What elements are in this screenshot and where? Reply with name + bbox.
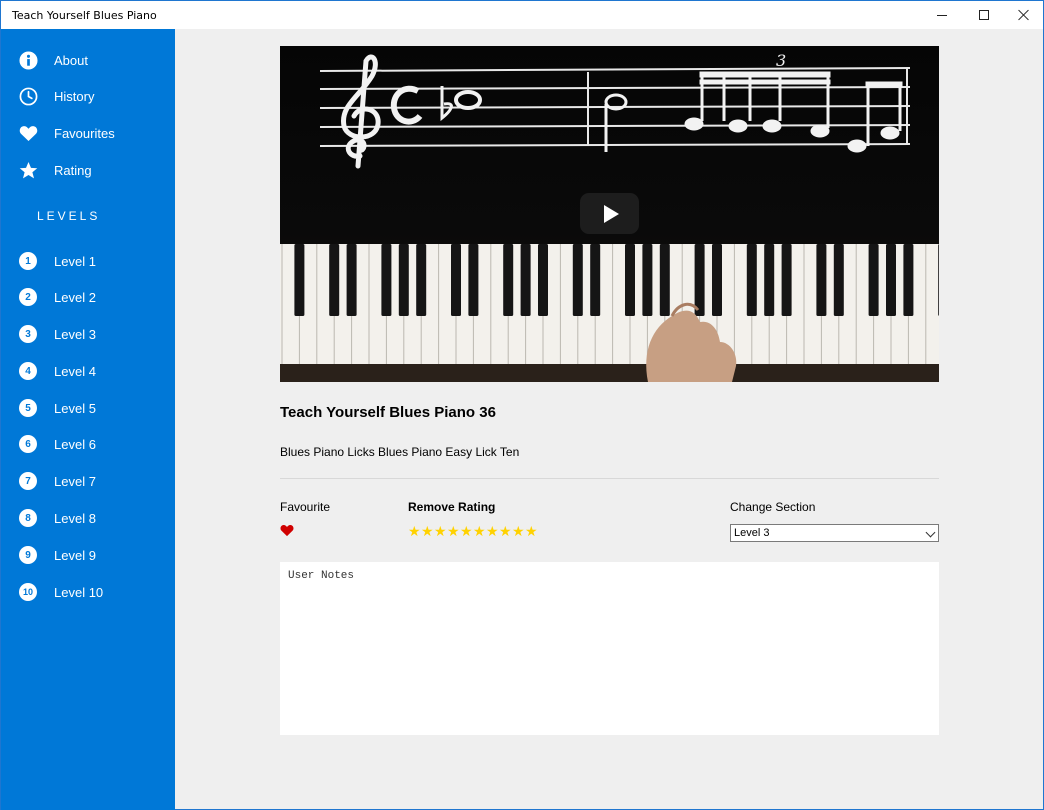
nav-label-level-3: Level 3 xyxy=(54,326,96,342)
nav-item-history[interactable]: History xyxy=(1,79,175,113)
rating-star[interactable]: ★ xyxy=(473,524,486,538)
close-icon xyxy=(1018,9,1030,21)
level-number: 10 xyxy=(19,583,37,601)
nav-label-history: History xyxy=(54,88,95,104)
number-1-icon: 1 xyxy=(18,251,38,271)
nav-label-level-6: Level 6 xyxy=(54,436,96,452)
heart-icon xyxy=(280,525,294,537)
app-window: Teach Yourself Blues Piano About History… xyxy=(0,0,1044,810)
rating-star[interactable]: ★ xyxy=(486,524,499,538)
nav-item-level-10[interactable]: 10 Level 10 xyxy=(1,575,175,609)
favourite-toggle[interactable] xyxy=(280,524,294,537)
clock-icon xyxy=(18,86,38,106)
number-2-icon: 2 xyxy=(18,287,38,307)
sidebar: About History Favourites Rating LEVELS 1… xyxy=(1,29,175,810)
nav-label-level-8: Level 8 xyxy=(54,510,96,526)
nav-item-about[interactable]: About xyxy=(1,43,175,77)
nav-label-level-2: Level 2 xyxy=(54,289,96,305)
number-5-icon: 5 xyxy=(18,398,38,418)
nav-item-favourites[interactable]: Favourites xyxy=(1,116,175,150)
levels-heading: LEVELS xyxy=(37,209,101,223)
nav-label-level-4: Level 4 xyxy=(54,363,96,379)
user-notes-placeholder: User Notes xyxy=(288,570,355,582)
nav-label-level-7: Level 7 xyxy=(54,473,96,489)
maximize-icon xyxy=(979,10,989,20)
chevron-down-icon xyxy=(925,527,936,538)
level-number: 9 xyxy=(19,546,37,564)
number-9-icon: 9 xyxy=(18,545,38,565)
info-icon xyxy=(18,50,38,70)
number-3-icon: 3 xyxy=(18,324,38,344)
minimize-icon xyxy=(937,14,947,16)
nav-item-rating[interactable]: Rating xyxy=(1,153,175,187)
nav-label-level-9: Level 9 xyxy=(54,547,96,563)
video-description: Blues Piano Licks Blues Piano Easy Lick … xyxy=(280,445,520,459)
favourite-label: Favourite xyxy=(280,500,331,514)
nav-label-about: About xyxy=(54,52,88,68)
window-title: Teach Yourself Blues Piano xyxy=(12,9,157,22)
rating-star[interactable]: ★ xyxy=(408,524,421,538)
play-icon xyxy=(604,204,619,223)
video-title: Teach Yourself Blues Piano 36 xyxy=(280,404,496,421)
number-6-icon: 6 xyxy=(18,434,38,454)
level-number: 3 xyxy=(19,325,37,343)
nav-label-rating: Rating xyxy=(54,162,92,178)
level-number: 4 xyxy=(19,362,37,380)
section-select[interactable]: Level 3 xyxy=(730,524,939,542)
number-4-icon: 4 xyxy=(18,361,38,381)
minimize-button[interactable] xyxy=(919,1,965,29)
level-number: 8 xyxy=(19,509,37,527)
rating-star[interactable]: ★ xyxy=(460,524,473,538)
user-notes-input[interactable]: User Notes xyxy=(280,562,939,735)
rating-star[interactable]: ★ xyxy=(525,524,538,538)
nav-item-level-9[interactable]: 9 Level 9 xyxy=(1,538,175,572)
number-10-icon: 10 xyxy=(18,582,38,602)
close-button[interactable] xyxy=(1001,1,1044,29)
section-select-value: Level 3 xyxy=(734,527,770,539)
nav-item-level-4[interactable]: 4 Level 4 xyxy=(1,354,175,388)
main-content: 3 Teach Yourself Blues Piano 36 Blues Pi… xyxy=(175,29,1043,810)
video-player[interactable]: 3 xyxy=(280,46,939,382)
rating-star[interactable]: ★ xyxy=(421,524,434,538)
tuplet-number: 3 xyxy=(776,51,786,70)
level-number: 5 xyxy=(19,399,37,417)
nav-item-level-3[interactable]: 3 Level 3 xyxy=(1,317,175,351)
nav-item-level-8[interactable]: 8 Level 8 xyxy=(1,501,175,535)
heart-icon xyxy=(18,123,38,143)
nav-label-level-1: Level 1 xyxy=(54,253,96,269)
nav-item-level-1[interactable]: 1 Level 1 xyxy=(1,244,175,278)
level-number: 2 xyxy=(19,288,37,306)
nav-item-level-7[interactable]: 7 Level 7 xyxy=(1,464,175,498)
play-button[interactable] xyxy=(580,193,639,234)
number-7-icon: 7 xyxy=(18,471,38,491)
nav-label-level-10: Level 10 xyxy=(54,584,104,600)
nav-label-level-5: Level 5 xyxy=(54,400,96,416)
number-8-icon: 8 xyxy=(18,508,38,528)
change-section-label: Change Section xyxy=(730,500,816,514)
level-number: 1 xyxy=(19,252,37,270)
remove-rating-button[interactable]: Remove Rating xyxy=(408,500,495,514)
title-bar: Teach Yourself Blues Piano xyxy=(1,1,1043,29)
star-icon xyxy=(18,160,38,180)
divider xyxy=(280,478,939,479)
nav-item-level-5[interactable]: 5 Level 5 xyxy=(1,391,175,425)
nav-label-favourites: Favourites xyxy=(54,125,115,141)
nav-item-level-6[interactable]: 6 Level 6 xyxy=(1,427,175,461)
level-number: 6 xyxy=(19,435,37,453)
nav-item-level-2[interactable]: 2 Level 2 xyxy=(1,280,175,314)
rating-star[interactable]: ★ xyxy=(499,524,512,538)
rating-stars[interactable]: ★ ★ ★ ★ ★ ★ ★ ★ ★ ★ xyxy=(408,524,538,538)
rating-star[interactable]: ★ xyxy=(447,524,460,538)
level-number: 7 xyxy=(19,472,37,490)
rating-star[interactable]: ★ xyxy=(512,524,525,538)
rating-star[interactable]: ★ xyxy=(434,524,447,538)
